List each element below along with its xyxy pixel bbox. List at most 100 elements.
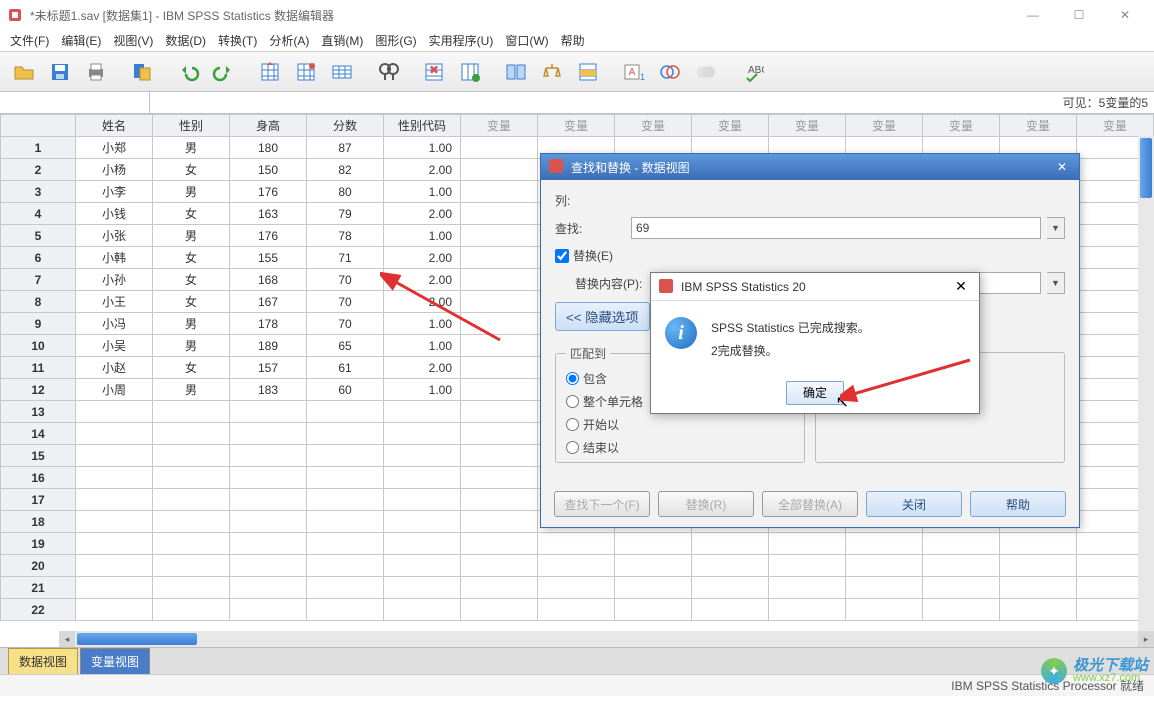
find-input[interactable]: 69 <box>631 217 1041 239</box>
cell[interactable]: 150 <box>230 159 307 181</box>
empty-cell[interactable] <box>230 511 307 533</box>
cell[interactable]: 小李 <box>76 181 153 203</box>
empty-cell[interactable] <box>923 599 1000 621</box>
open-icon[interactable] <box>8 56 40 88</box>
message-box-titlebar[interactable]: IBM SPSS Statistics 20 ✕ <box>651 273 979 301</box>
table-row[interactable]: 20 <box>1 555 1154 577</box>
row-number[interactable]: 4 <box>1 203 76 225</box>
empty-cell[interactable] <box>307 489 384 511</box>
hide-options-button[interactable]: << 隐藏选项 <box>555 302 650 331</box>
empty-cell[interactable] <box>846 577 923 599</box>
cell[interactable]: 176 <box>230 225 307 247</box>
empty-cell[interactable] <box>538 533 615 555</box>
empty-cell[interactable] <box>307 401 384 423</box>
cell[interactable]: 男 <box>153 313 230 335</box>
empty-column-header[interactable]: 变量 <box>1000 115 1077 137</box>
empty-cell[interactable] <box>461 533 538 555</box>
insert-case-icon[interactable]: ✖ <box>418 56 450 88</box>
cell[interactable]: 183 <box>230 379 307 401</box>
cell[interactable]: 61 <box>307 357 384 379</box>
empty-cell[interactable] <box>307 467 384 489</box>
use-sets-icon[interactable] <box>654 56 686 88</box>
empty-cell[interactable] <box>230 577 307 599</box>
row-number[interactable]: 14 <box>1 423 76 445</box>
empty-cell[interactable] <box>615 599 692 621</box>
empty-cell[interactable] <box>692 577 769 599</box>
menu-transform[interactable]: 转换(T) <box>212 30 263 51</box>
undo-icon[interactable] <box>172 56 204 88</box>
cell[interactable]: 2.00 <box>384 247 461 269</box>
cell[interactable]: 1.00 <box>384 225 461 247</box>
row-number[interactable]: 3 <box>1 181 76 203</box>
cell[interactable]: 1.00 <box>384 313 461 335</box>
empty-cell[interactable] <box>76 489 153 511</box>
cell[interactable]: 男 <box>153 137 230 159</box>
empty-cell[interactable] <box>615 533 692 555</box>
empty-cell[interactable] <box>153 489 230 511</box>
row-number[interactable]: 18 <box>1 511 76 533</box>
empty-cell[interactable] <box>76 599 153 621</box>
menu-utilities[interactable]: 实用程序(U) <box>423 30 500 51</box>
match-ends-radio[interactable]: 结束以 <box>566 439 794 456</box>
row-number[interactable]: 7 <box>1 269 76 291</box>
cell[interactable]: 小冯 <box>76 313 153 335</box>
empty-cell[interactable] <box>76 423 153 445</box>
cell[interactable]: 女 <box>153 269 230 291</box>
find-dialog-close-icon[interactable]: ✕ <box>1053 158 1071 176</box>
cell[interactable]: 小孙 <box>76 269 153 291</box>
replace-all-button[interactable]: 全部替换(A) <box>762 491 858 517</box>
row-number[interactable]: 2 <box>1 159 76 181</box>
empty-cell[interactable] <box>76 577 153 599</box>
goto-variable-icon[interactable] <box>290 56 322 88</box>
grid-corner[interactable] <box>1 115 76 137</box>
cell[interactable]: 1.00 <box>384 335 461 357</box>
menu-direct[interactable]: 直销(M) <box>315 30 369 51</box>
empty-cell[interactable] <box>461 577 538 599</box>
cell[interactable]: 1.00 <box>384 379 461 401</box>
empty-cell[interactable] <box>230 555 307 577</box>
menu-edit[interactable]: 编辑(E) <box>55 30 107 51</box>
cell[interactable]: 168 <box>230 269 307 291</box>
cell[interactable]: 2.00 <box>384 269 461 291</box>
table-row[interactable]: 21 <box>1 577 1154 599</box>
empty-column-header[interactable]: 变量 <box>923 115 1000 137</box>
empty-cell[interactable] <box>692 555 769 577</box>
empty-cell[interactable] <box>461 159 538 181</box>
column-header[interactable]: 性别 <box>153 115 230 137</box>
empty-cell[interactable] <box>230 445 307 467</box>
row-number[interactable]: 5 <box>1 225 76 247</box>
cell[interactable]: 70 <box>307 313 384 335</box>
column-header[interactable]: 身高 <box>230 115 307 137</box>
empty-cell[interactable] <box>384 401 461 423</box>
empty-cell[interactable] <box>153 423 230 445</box>
empty-cell[interactable] <box>307 445 384 467</box>
empty-cell[interactable] <box>153 401 230 423</box>
menu-window[interactable]: 窗口(W) <box>499 30 554 51</box>
cell[interactable]: 2.00 <box>384 159 461 181</box>
empty-cell[interactable] <box>461 489 538 511</box>
empty-cell[interactable] <box>461 423 538 445</box>
insert-variable-icon[interactable] <box>454 56 486 88</box>
empty-cell[interactable] <box>153 555 230 577</box>
cell[interactable]: 2.00 <box>384 357 461 379</box>
replace-dropdown-icon[interactable]: ▼ <box>1047 272 1065 294</box>
cell[interactable]: 163 <box>230 203 307 225</box>
empty-cell[interactable] <box>923 533 1000 555</box>
row-number[interactable]: 17 <box>1 489 76 511</box>
cell[interactable]: 男 <box>153 181 230 203</box>
cell[interactable]: 男 <box>153 335 230 357</box>
horizontal-scrollbar[interactable]: ◂ ▸ <box>75 631 1138 647</box>
empty-cell[interactable] <box>846 599 923 621</box>
empty-cell[interactable] <box>307 599 384 621</box>
cell[interactable]: 178 <box>230 313 307 335</box>
menu-data[interactable]: 数据(D) <box>159 30 212 51</box>
match-begins-radio[interactable]: 开始以 <box>566 416 794 433</box>
cell-name-box[interactable] <box>0 92 150 113</box>
table-row[interactable]: 22 <box>1 599 1154 621</box>
empty-cell[interactable] <box>692 599 769 621</box>
empty-cell[interactable] <box>153 533 230 555</box>
cell[interactable]: 189 <box>230 335 307 357</box>
row-number[interactable]: 16 <box>1 467 76 489</box>
cell[interactable]: 80 <box>307 181 384 203</box>
cell[interactable]: 87 <box>307 137 384 159</box>
